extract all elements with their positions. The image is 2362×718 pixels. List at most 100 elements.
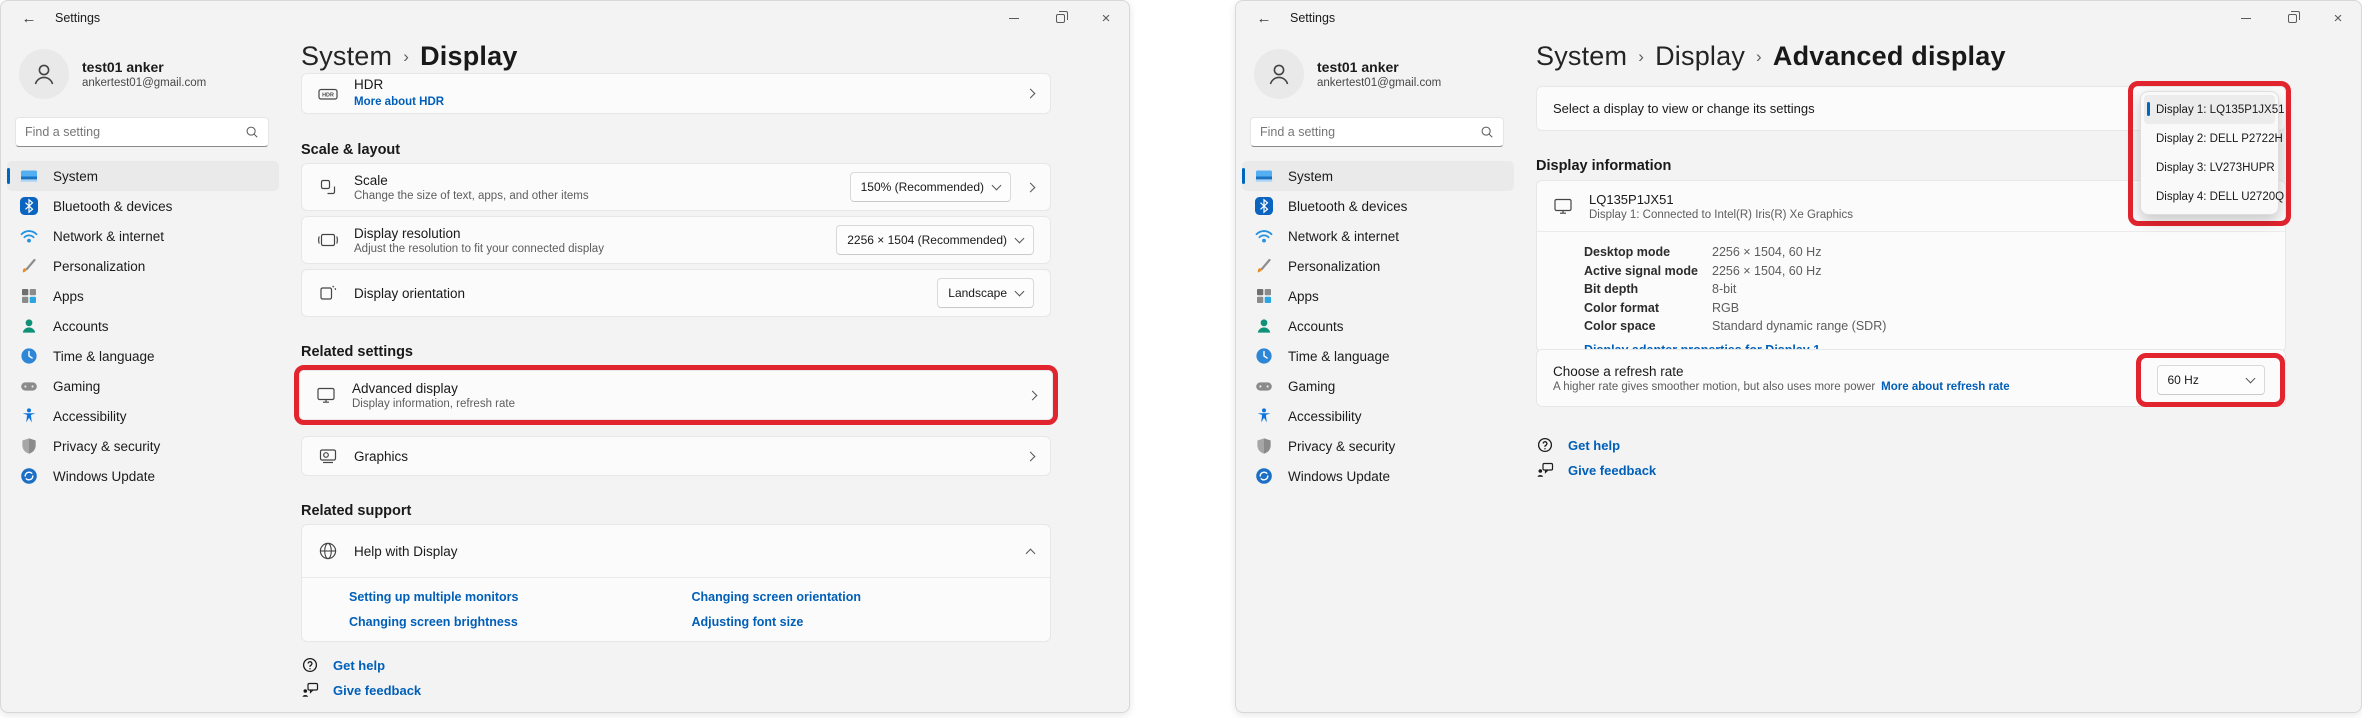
monitor-icon: [1553, 196, 1573, 216]
help-link-font-size[interactable]: Adjusting font size: [692, 615, 1035, 629]
help-link-screen-orientation[interactable]: Changing screen orientation: [692, 590, 1035, 604]
sidebar-item-privacy[interactable]: Privacy & security: [1242, 431, 1514, 461]
more-about-hdr-link[interactable]: More about HDR: [354, 96, 444, 108]
search-input[interactable]: [25, 125, 245, 139]
sidebar-item-accessibility[interactable]: Accessibility: [7, 401, 279, 431]
get-help-link[interactable]: Get help: [333, 658, 385, 673]
refresh-rate-desc: A higher rate gives smoother motion, but…: [1553, 381, 1875, 393]
minimize-button[interactable]: [991, 1, 1037, 35]
sidebar-item-bluetooth[interactable]: Bluetooth & devices: [7, 191, 279, 221]
user-account[interactable]: test01 anker ankertest01@gmail.com: [1236, 35, 1520, 105]
help-link-screen-brightness[interactable]: Changing screen brightness: [349, 615, 692, 629]
display-option-4[interactable]: Display 4: DELL U2720Q: [2144, 182, 2275, 211]
avatar: [19, 49, 69, 99]
advanced-display-row[interactable]: Advanced display Display information, re…: [299, 370, 1053, 420]
scale-desc: Change the size of text, apps, and other…: [354, 190, 834, 202]
hdr-icon: HDR: [318, 84, 338, 104]
display-orientation-row[interactable]: Display orientation Landscape: [301, 269, 1051, 317]
sidebar-item-time-language[interactable]: Time & language: [1242, 341, 1514, 371]
sidebar-item-gaming[interactable]: Gaming: [7, 371, 279, 401]
sidebar-item-time-language[interactable]: Time & language: [7, 341, 279, 371]
close-button[interactable]: ×: [2315, 1, 2361, 35]
sidebar-item-label: Network & internet: [53, 229, 164, 244]
refresh-rate-dropdown[interactable]: 60 Hz: [2157, 365, 2265, 395]
sidebar-item-accessibility[interactable]: Accessibility: [1242, 401, 1514, 431]
help-link-multiple-monitors[interactable]: Setting up multiple monitors: [349, 590, 692, 604]
graphics-icon: [318, 446, 338, 466]
get-help-link[interactable]: Get help: [1568, 438, 1620, 453]
section-related-settings: Related settings: [301, 344, 413, 360]
back-button[interactable]: ←: [13, 10, 45, 27]
page-title: Advanced display: [1773, 41, 2006, 71]
scale-title: Scale: [354, 173, 834, 188]
sidebar-item-accounts[interactable]: Accounts: [1242, 311, 1514, 341]
system-icon: [1255, 167, 1273, 185]
sidebar-item-windows-update[interactable]: Windows Update: [1242, 461, 1514, 491]
sidebar-item-windows-update[interactable]: Windows Update: [7, 461, 279, 491]
display-settings-page: System›Display HDR HDR More about HDR Sc…: [301, 41, 1051, 701]
sidebar-item-network[interactable]: Network & internet: [7, 221, 279, 251]
user-account[interactable]: test01 anker ankertest01@gmail.com: [1, 35, 285, 105]
hdr-row[interactable]: HDR HDR More about HDR: [301, 73, 1051, 114]
detail-row-color-space: Color space Standard dynamic range (SDR): [1584, 317, 2285, 336]
give-feedback-link[interactable]: Give feedback: [333, 683, 421, 698]
resolution-dropdown[interactable]: 2256 × 1504 (Recommended): [836, 225, 1034, 255]
give-feedback-link[interactable]: Give feedback: [1568, 463, 1656, 478]
breadcrumb-system[interactable]: System: [301, 41, 392, 71]
display-dropdown-annotation: Display 1: LQ135P1JX51 Display 2: DELL P…: [2128, 81, 2291, 226]
resolution-icon: [318, 230, 338, 250]
advanced-display-desc: Display information, refresh rate: [352, 398, 1013, 410]
get-help-row[interactable]: Get help: [301, 656, 385, 674]
sidebar-item-gaming[interactable]: Gaming: [1242, 371, 1514, 401]
gamepad-icon: [1255, 377, 1273, 395]
get-help-row[interactable]: Get help: [1536, 436, 1620, 454]
sidebar-item-system[interactable]: System: [7, 161, 279, 191]
orientation-dropdown[interactable]: Landscape: [937, 278, 1034, 308]
restore-button[interactable]: [2269, 1, 2315, 35]
close-button[interactable]: ×: [1083, 1, 1129, 35]
sidebar-item-bluetooth[interactable]: Bluetooth & devices: [1242, 191, 1514, 221]
bluetooth-icon: [20, 197, 38, 215]
sidebar-item-personalization[interactable]: Personalization: [1242, 251, 1514, 281]
resolution-title: Display resolution: [354, 226, 820, 241]
more-about-refresh-rate-link[interactable]: More about refresh rate: [1881, 381, 2009, 393]
back-button[interactable]: ←: [1248, 10, 1280, 27]
display-dropdown-popup: Display 1: LQ135P1JX51 Display 2: DELL P…: [2140, 91, 2279, 215]
brush-icon: [20, 257, 38, 275]
sidebar-item-accounts[interactable]: Accounts: [7, 311, 279, 341]
resolution-desc: Adjust the resolution to fit your connec…: [354, 243, 820, 255]
sidebar-item-label: Accessibility: [53, 409, 127, 424]
help-with-display-header[interactable]: Help with Display: [302, 525, 1050, 577]
bluetooth-icon: [1255, 197, 1273, 215]
sidebar-item-system[interactable]: System: [1242, 161, 1514, 191]
breadcrumb-display[interactable]: Display: [1655, 41, 1745, 71]
display-option-3[interactable]: Display 3: LV273HUPR: [2144, 153, 2275, 182]
search-box[interactable]: [1250, 117, 1504, 147]
restore-button[interactable]: [1037, 1, 1083, 35]
sidebar-item-network[interactable]: Network & internet: [1242, 221, 1514, 251]
close-icon: ×: [2334, 11, 2343, 26]
breadcrumb: System›Display: [301, 41, 1051, 72]
display-option-1[interactable]: Display 1: LQ135P1JX51: [2144, 95, 2275, 124]
display-resolution-row[interactable]: Display resolution Adjust the resolution…: [301, 216, 1051, 264]
give-feedback-row[interactable]: Give feedback: [1536, 461, 1656, 479]
search-box[interactable]: [15, 117, 269, 147]
chevron-right-icon: [1026, 89, 1036, 99]
breadcrumb-sep-icon: ›: [1638, 47, 1644, 66]
sidebar-item-personalization[interactable]: Personalization: [7, 251, 279, 281]
titlebar: ← Settings ×: [1236, 1, 2361, 35]
sidebar-item-apps[interactable]: Apps: [7, 281, 279, 311]
give-feedback-row[interactable]: Give feedback: [301, 681, 421, 699]
search-input[interactable]: [1260, 125, 1480, 139]
graphics-row[interactable]: Graphics: [301, 436, 1051, 476]
minimize-button[interactable]: [2223, 1, 2269, 35]
sidebar-item-apps[interactable]: Apps: [1242, 281, 1514, 311]
breadcrumb-system[interactable]: System: [1536, 41, 1627, 71]
sidebar-item-privacy[interactable]: Privacy & security: [7, 431, 279, 461]
scale-row[interactable]: Scale Change the size of text, apps, and…: [301, 163, 1051, 211]
display-option-2[interactable]: Display 2: DELL P2722H: [2144, 124, 2275, 153]
brush-icon: [1255, 257, 1273, 275]
sidebar-item-label: Bluetooth & devices: [1288, 199, 1407, 214]
scale-dropdown[interactable]: 150% (Recommended): [850, 172, 1011, 202]
sidebar-nav: System Bluetooth & devices Network & int…: [1236, 161, 1520, 491]
